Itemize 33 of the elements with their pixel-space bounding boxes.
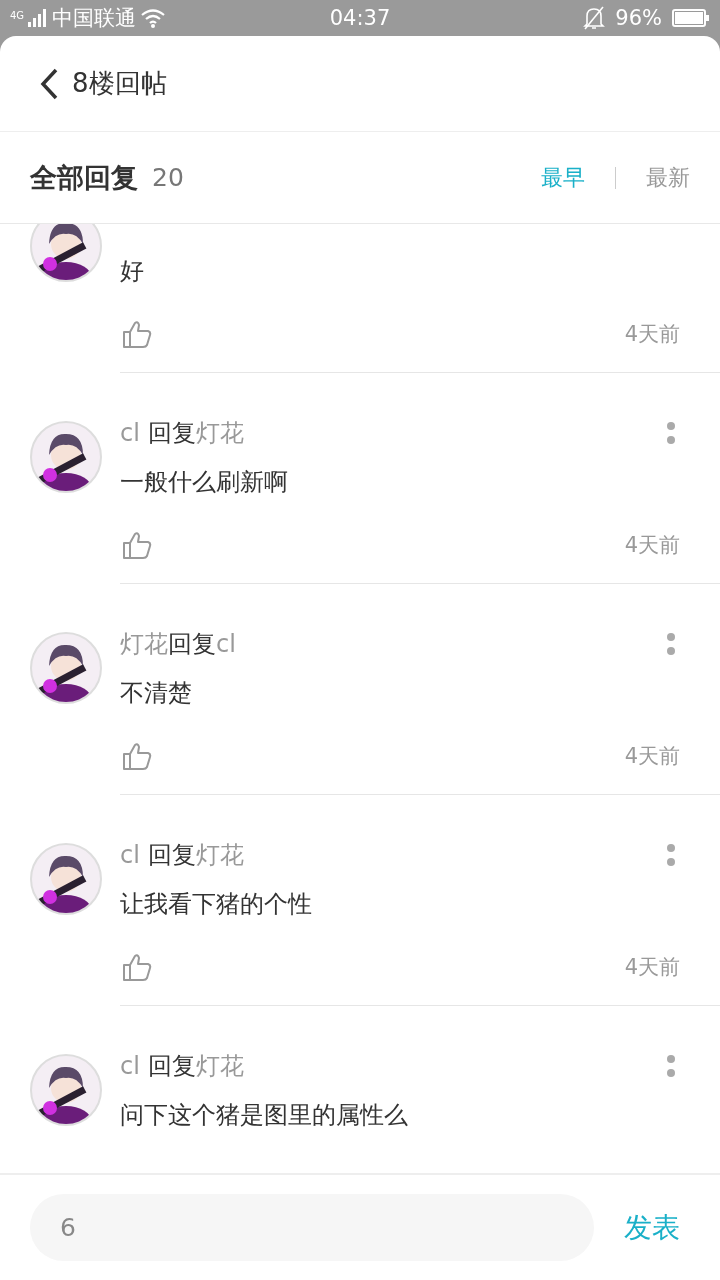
signal-icon (28, 9, 49, 27)
reply-input[interactable]: 6 (30, 1194, 594, 1261)
send-button[interactable]: 发表 (624, 1208, 690, 1247)
battery-icon (672, 9, 710, 27)
reply-text: 问下这个猪是图里的属性么 (120, 1101, 408, 1129)
reply-header: 灯花回复cl (120, 630, 236, 658)
reply-time: 4天前 (624, 954, 680, 981)
reply-time: 4天前 (624, 321, 680, 348)
battery-percent: 96% (615, 6, 662, 30)
reply-text: 好 (120, 257, 144, 285)
reply-count: 20 (152, 163, 184, 192)
reply-text: 让我看下猪的个性 (120, 890, 312, 918)
thumbs-up-icon[interactable] (122, 952, 152, 982)
reply-text: 一般什么刷新啊 (120, 468, 288, 496)
reply-time: 4天前 (624, 743, 680, 770)
wifi-icon (140, 8, 167, 28)
thumbs-up-icon[interactable] (122, 319, 152, 349)
reply-header: cl 回复灯花 (120, 841, 244, 869)
clock-time: 04:37 (329, 6, 391, 30)
reply-text: 不清楚 (120, 679, 192, 707)
reply-time: 4天前 (624, 532, 680, 559)
section-title: 全部回复 (30, 160, 138, 195)
thumbs-up-icon[interactable] (122, 530, 152, 560)
muted-bell-icon (583, 6, 606, 30)
back-icon[interactable] (38, 66, 60, 101)
carrier-name: 中国联通 (52, 5, 137, 32)
sort-tab[interactable]: 最早 (541, 162, 585, 193)
network-type: 4G (10, 10, 25, 21)
page-title: 8楼回帖 (72, 67, 167, 100)
reply-header: cl 回复灯花 (120, 419, 244, 447)
sort-tab[interactable]: 最新 (646, 162, 690, 193)
reply-header: cl 回复灯花 (120, 1052, 244, 1080)
thumbs-up-icon[interactable] (122, 741, 152, 771)
